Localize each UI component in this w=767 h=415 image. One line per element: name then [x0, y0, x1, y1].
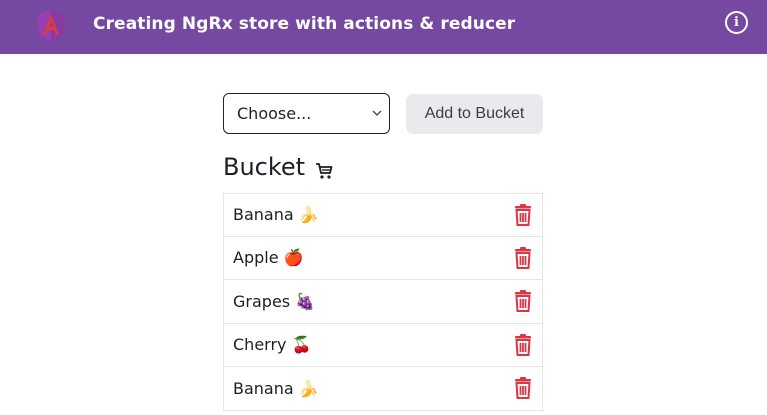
- info-icon[interactable]: i: [725, 11, 748, 34]
- bucket-list: Banana 🍌 Apple 🍎 Grapes 🍇 Cherry 🍒 Banan…: [223, 193, 543, 411]
- cart-icon: [315, 158, 333, 179]
- item-label: Apple 🍎: [233, 248, 304, 268]
- page-title: Creating NgRx store with actions & reduc…: [93, 14, 516, 34]
- trash-icon[interactable]: [514, 290, 532, 313]
- item-label: Banana 🍌: [233, 378, 319, 398]
- list-item: Apple 🍎: [223, 236, 543, 280]
- fruit-select-value: Choose...: [237, 104, 312, 123]
- bucket-heading: Bucket: [223, 153, 333, 181]
- list-item: Banana 🍌: [223, 193, 543, 237]
- item-label: Grapes 🍇: [233, 291, 316, 311]
- trash-icon[interactable]: [514, 377, 532, 400]
- add-to-bucket-button[interactable]: Add to Bucket: [406, 94, 543, 134]
- list-item: Banana 🍌: [223, 367, 543, 411]
- trash-icon[interactable]: [514, 333, 532, 356]
- item-label: Cherry 🍒: [233, 335, 312, 355]
- list-item: Grapes 🍇: [223, 280, 543, 324]
- app-header: Creating NgRx store with actions & reduc…: [0, 0, 767, 54]
- trash-icon[interactable]: [514, 246, 532, 269]
- info-glyph: i: [734, 15, 739, 30]
- angular-logo-icon: [35, 9, 67, 43]
- bucket-title: Bucket: [223, 153, 306, 181]
- chevron-down-icon: [372, 110, 382, 116]
- trash-icon[interactable]: [514, 203, 532, 226]
- list-item: Cherry 🍒: [223, 323, 543, 367]
- item-label: Banana 🍌: [233, 205, 319, 225]
- fruit-select[interactable]: Choose...: [223, 93, 390, 134]
